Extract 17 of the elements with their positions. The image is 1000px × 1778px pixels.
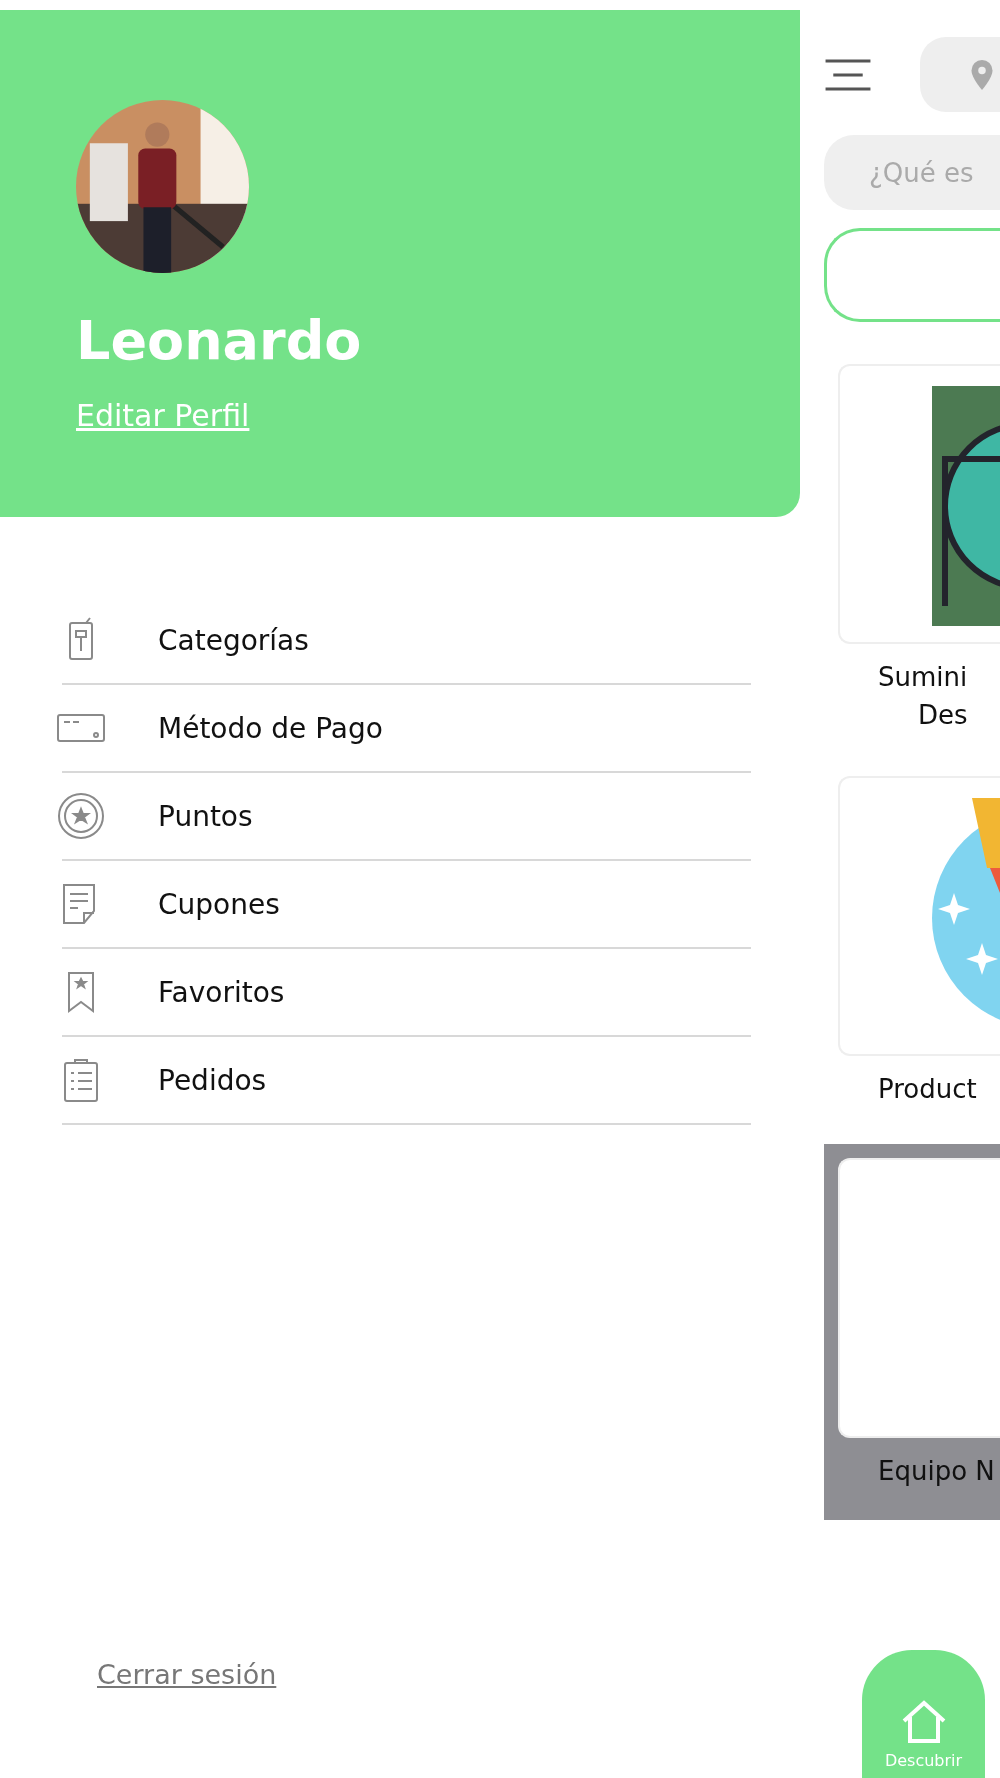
user-name: Leonardo [76, 309, 363, 374]
menu-item[interactable]: Favoritos [62, 949, 751, 1037]
menu-item[interactable]: Cupones [62, 861, 751, 949]
card-title: Equipo N [878, 1455, 995, 1488]
star-badge-icon [56, 791, 106, 841]
card-title: Product [878, 1073, 977, 1106]
menu-item[interactable]: Método de Pago [62, 685, 751, 773]
highlighted-card[interactable]: Equipo N [824, 1144, 1000, 1520]
menu-item[interactable]: Categorías [62, 597, 751, 685]
logout-link[interactable]: Cerrar sesión [97, 1659, 277, 1690]
menu-item[interactable]: Pedidos [62, 1037, 751, 1125]
outlined-field[interactable] [824, 228, 1000, 322]
location-pill[interactable] [920, 37, 1000, 112]
product-card[interactable] [838, 364, 1000, 644]
card-title: Sumini [878, 661, 968, 694]
menu-item[interactable]: Puntos [62, 773, 751, 861]
card-title: Des [918, 699, 968, 732]
